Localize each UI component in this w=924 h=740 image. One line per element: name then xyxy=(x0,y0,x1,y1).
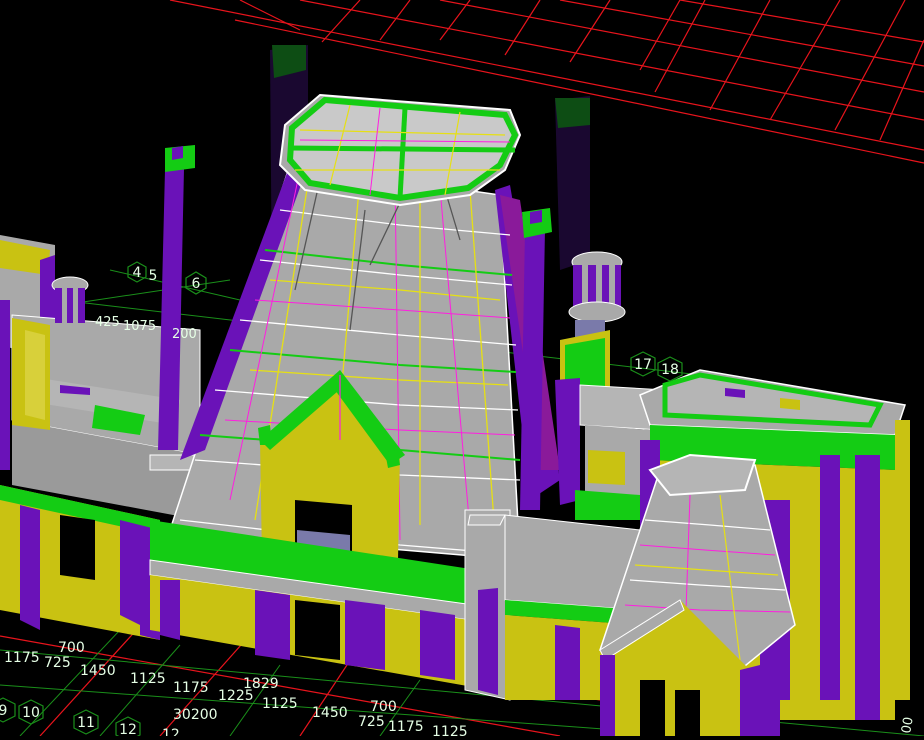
svg-text:5: 5 xyxy=(149,268,158,284)
dimension-label: 12 xyxy=(162,727,180,736)
svg-text:11: 11 xyxy=(77,715,95,731)
dimension-label: 1175 xyxy=(388,719,424,735)
svg-text:18: 18 xyxy=(661,362,679,378)
model-canvas: 4 5 6 17 18 9 10 11 12 425 1075 200 700 … xyxy=(0,0,924,740)
dimension-label: 1829 xyxy=(243,676,279,692)
dimension-label: 725 xyxy=(358,714,385,730)
axis-bubble: 4 xyxy=(127,261,147,283)
dimension-label: 1075 xyxy=(123,319,156,334)
svg-text:10: 10 xyxy=(22,705,40,721)
axis-bubble: 11 xyxy=(73,709,99,735)
3d-model-viewport[interactable]: 4 5 6 17 18 9 10 11 12 425 1075 200 700 … xyxy=(0,0,924,740)
axis-bubble: 5 xyxy=(149,268,158,284)
dimension-label: 30200 xyxy=(173,707,218,723)
corner-axis-label: 00 xyxy=(899,716,917,735)
svg-text:12: 12 xyxy=(119,722,137,736)
axis-bubble: 18 xyxy=(657,356,683,382)
dimension-label: 725 xyxy=(44,655,71,671)
axis-bubble: 10 xyxy=(18,699,44,725)
dimension-label: 425 xyxy=(95,315,120,330)
axis-bubble: 17 xyxy=(630,351,656,377)
dimension-label: 1450 xyxy=(312,705,348,721)
dimension-label: 1125 xyxy=(130,671,166,687)
svg-text:00: 00 xyxy=(899,716,917,735)
svg-text:17: 17 xyxy=(634,357,652,373)
central-tower xyxy=(168,93,560,561)
dimension-label: 1450 xyxy=(80,663,116,679)
dimension-label: 200 xyxy=(172,327,197,342)
dimension-label: 1125 xyxy=(432,724,468,736)
dimension-label: 1175 xyxy=(4,650,40,666)
dimension-label: 1125 xyxy=(262,696,298,712)
axis-bubble: 12 xyxy=(115,716,141,740)
axis-bubble: 6 xyxy=(185,271,207,295)
svg-text:6: 6 xyxy=(192,276,201,292)
dimension-label: 1175 xyxy=(173,680,209,696)
svg-text:9: 9 xyxy=(0,703,7,719)
axis-bubble: 9 xyxy=(0,697,16,723)
svg-text:4: 4 xyxy=(133,265,142,281)
dimension-label: 700 xyxy=(370,699,397,715)
dimension-label: 700 xyxy=(58,640,85,656)
